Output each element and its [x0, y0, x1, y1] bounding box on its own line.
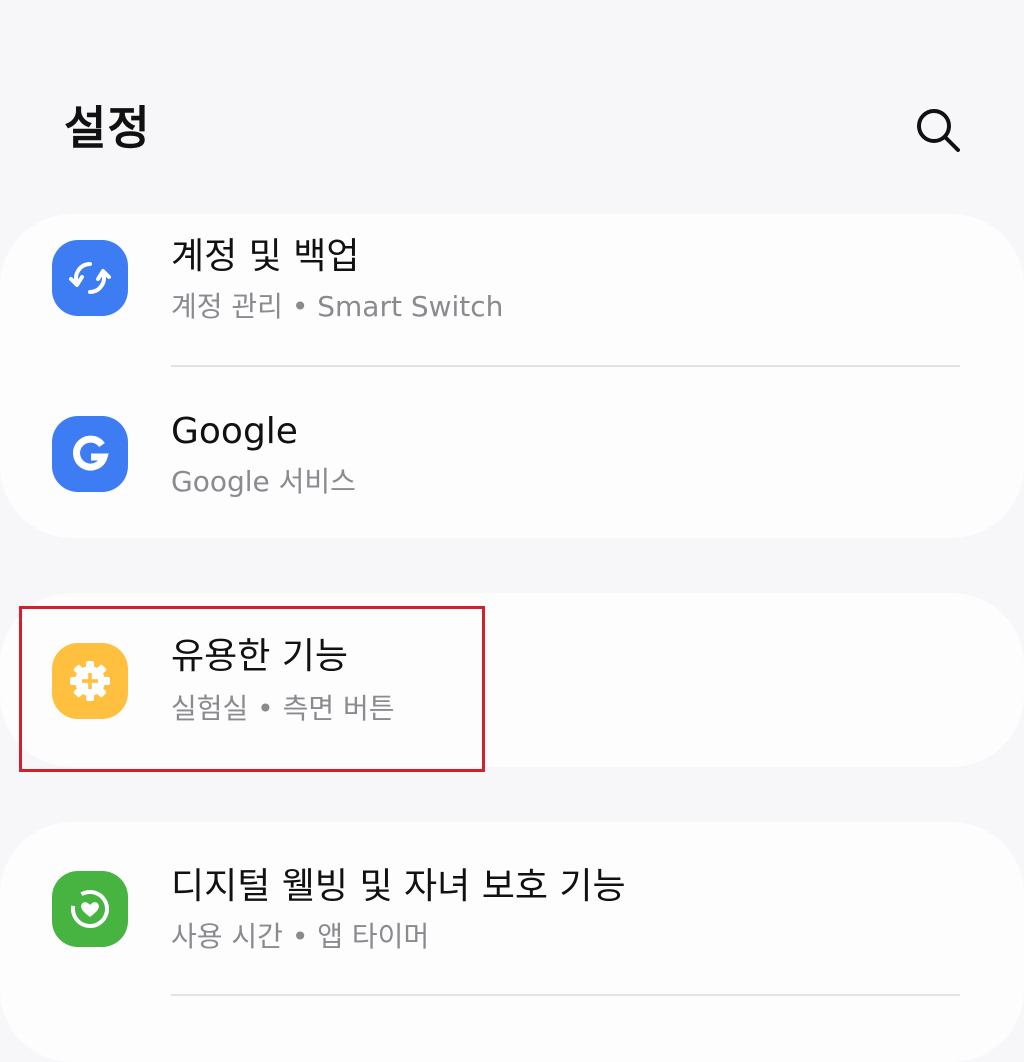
- item-title: 계정 및 백업: [171, 236, 360, 277]
- item-subtitle: 사용 시간 • 앱 타이머: [171, 920, 430, 953]
- settings-card-advanced: 유용한 기능 실험실 • 측면 버튼: [0, 593, 1024, 767]
- item-subtitle: 계정 관리 • Smart Switch: [171, 290, 504, 323]
- sync-icon: [52, 240, 128, 316]
- list-item-advanced-features[interactable]: 유용한 기능 실험실 • 측면 버튼: [0, 593, 1024, 767]
- item-title: 디지털 웰빙 및 자녀 보호 기능: [171, 866, 626, 907]
- item-subtitle: 실험실 • 측면 버튼: [171, 692, 395, 725]
- item-subtitle: Google 서비스: [171, 465, 356, 498]
- app-header: 설정: [0, 0, 1024, 200]
- list-item-google[interactable]: Google Google 서비스: [0, 367, 1024, 538]
- list-item-digital-wellbeing[interactable]: 디지털 웰빙 및 자녀 보호 기능 사용 시간 • 앱 타이머: [0, 822, 1024, 994]
- item-title: Google: [171, 411, 298, 452]
- settings-card-accounts: 계정 및 백업 계정 관리 • Smart Switch Google Goog…: [0, 214, 1024, 538]
- heart-ring-icon: [52, 871, 128, 947]
- divider: [171, 994, 960, 996]
- google-g-icon: [52, 416, 128, 492]
- search-button[interactable]: [906, 98, 970, 162]
- gear-plus-icon: [52, 643, 128, 719]
- item-title: 유용한 기능: [171, 636, 349, 677]
- page-title: 설정: [64, 101, 151, 155]
- settings-card-wellbeing: 디지털 웰빙 및 자녀 보호 기능 사용 시간 • 앱 타이머: [0, 822, 1024, 1062]
- search-icon: [917, 109, 960, 152]
- list-item-accounts-backup[interactable]: 계정 및 백업 계정 관리 • Smart Switch: [0, 214, 1024, 366]
